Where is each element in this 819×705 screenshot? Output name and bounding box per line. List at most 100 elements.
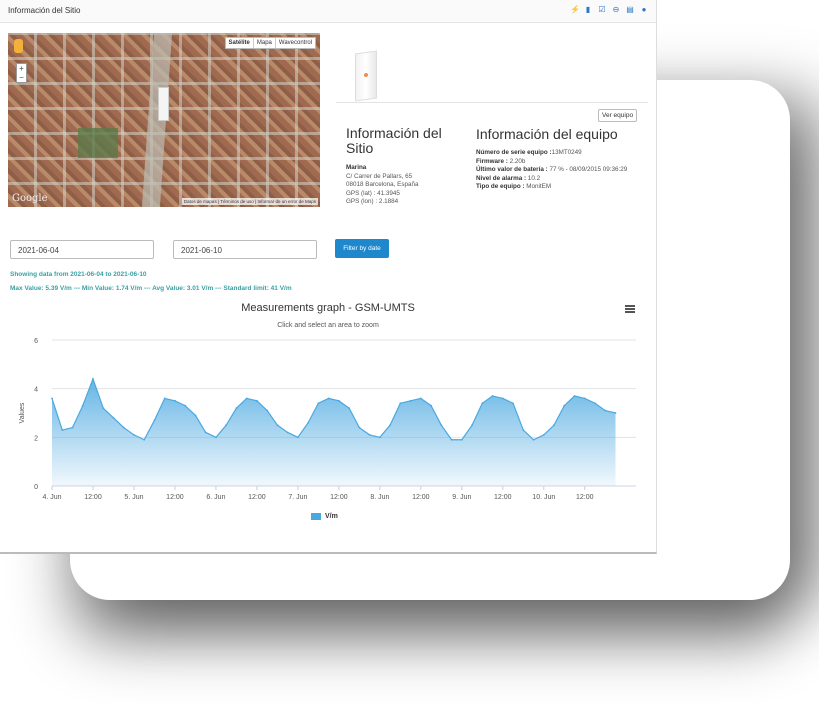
measurements-chart[interactable]: 0 2 4 6 Values 4. Jun 12:00 5. Jun 12:00 6. Jun 12… xyxy=(0,330,656,510)
legend-swatch xyxy=(311,513,321,520)
x-tick-label: 12:00 xyxy=(494,494,512,501)
data-point xyxy=(368,434,371,436)
data-point xyxy=(245,397,248,400)
map-device-marker[interactable] xyxy=(158,87,169,121)
check-square-icon[interactable]: ☑ xyxy=(598,5,606,14)
data-point xyxy=(594,402,596,405)
alarm-row: Nivel de alarma : 10.2 xyxy=(476,175,646,184)
serial-label: Número de serie equipo : xyxy=(476,149,552,156)
chart-menu-icon[interactable] xyxy=(625,305,635,313)
data-point xyxy=(501,397,504,400)
document-icon[interactable]: ▤ xyxy=(626,5,634,14)
data-point xyxy=(153,419,156,422)
data-point xyxy=(204,431,207,434)
data-point xyxy=(471,424,473,427)
panel-header: Información del Sitio ⚡ ▮ ☑ ⊖ ▤ ● xyxy=(0,0,656,23)
serial-row: Número de serie equipo :13MT0249 xyxy=(476,149,646,158)
site-info-panel: Información del Sitio ⚡ ▮ ☑ ⊖ ▤ ● + − Sa… xyxy=(0,0,657,554)
data-point xyxy=(532,438,535,441)
data-point xyxy=(553,424,555,427)
bolt-icon[interactable]: ⚡ xyxy=(570,5,580,14)
data-point xyxy=(81,404,84,407)
data-point xyxy=(276,424,279,427)
data-point xyxy=(122,426,125,429)
x-tick-label: 8. Jun xyxy=(370,494,389,501)
data-point xyxy=(460,438,463,441)
x-tick-label: 12:00 xyxy=(330,494,348,501)
equipment-info-title: Información del equipo xyxy=(476,126,618,142)
pegman-icon[interactable] xyxy=(14,39,23,53)
map-attribution[interactable]: Datos de mapas | Términos de uso | Infor… xyxy=(181,198,318,205)
data-point xyxy=(286,431,289,434)
data-point xyxy=(440,424,443,427)
firmware-row: Firmware : 2.20b xyxy=(476,158,646,167)
site-address-line1: C/ Carrer de Pallars, 65 xyxy=(346,172,413,180)
google-logo: Google xyxy=(12,193,48,204)
chart-title: Measurements graph - GSM-UMTS xyxy=(241,302,415,314)
map-tab-map[interactable]: Mapa xyxy=(254,38,276,48)
zoom-out-button[interactable]: − xyxy=(17,73,26,82)
chart-legend[interactable]: V/m xyxy=(311,513,338,520)
x-tick-label: 4. Jun xyxy=(42,494,61,501)
data-point xyxy=(112,416,115,419)
serial-value: 13MT0249 xyxy=(551,149,582,156)
data-point xyxy=(542,434,545,436)
data-point xyxy=(143,438,146,441)
data-point xyxy=(327,397,330,400)
map-tab-satellite[interactable]: Satélite xyxy=(226,38,254,48)
site-info-title: Información del Sitio xyxy=(346,125,442,156)
data-point xyxy=(430,404,432,407)
data-point xyxy=(481,402,484,405)
data-point xyxy=(194,414,197,417)
alarm-label: Nivel de alarma : xyxy=(476,174,527,182)
ver-equipo-button[interactable]: Ver equipo xyxy=(598,109,638,122)
x-tick-label: 7. Jun xyxy=(288,494,307,501)
battery-value: 77 % - 08/09/2015 09:36:29 xyxy=(547,166,628,174)
data-point xyxy=(348,407,351,410)
legend-label: V/m xyxy=(325,513,338,520)
data-point xyxy=(614,412,617,414)
battery-row: Último valor de batería : 77 % - 08/09/2… xyxy=(476,166,646,175)
series-area xyxy=(52,378,616,486)
y-axis-label: Values xyxy=(19,402,26,423)
filter-by-date-button[interactable]: Filter by date xyxy=(335,239,389,258)
minus-circle-icon[interactable]: ⊖ xyxy=(612,5,620,14)
data-point xyxy=(61,429,64,431)
data-point xyxy=(102,407,105,410)
data-point xyxy=(296,436,299,439)
x-tick-label: 10. Jun xyxy=(532,494,555,501)
date-from-input[interactable]: 2021-06-04 xyxy=(10,240,154,259)
chart-icon[interactable]: ▮ xyxy=(584,5,592,14)
data-point xyxy=(184,404,187,407)
y-tick-label: 0 xyxy=(34,484,38,491)
data-point xyxy=(399,402,402,405)
data-point xyxy=(51,397,53,400)
satellite-map[interactable]: + − Satélite Mapa Wavecontrol Google Dat… xyxy=(8,33,320,207)
data-point xyxy=(256,399,258,402)
header-toolbar: ⚡ ▮ ☑ ⊖ ▤ ● xyxy=(570,5,648,14)
data-point xyxy=(358,426,361,429)
x-tick-label: 12:00 xyxy=(576,494,594,501)
panel-title: Información del Sitio xyxy=(8,6,81,15)
chart-subtitle: Click and select an area to zoom xyxy=(277,322,379,329)
data-point xyxy=(604,409,607,412)
x-tick-label: 9. Jun xyxy=(452,494,471,501)
data-point xyxy=(450,438,453,441)
data-point xyxy=(174,399,176,402)
data-point xyxy=(163,397,166,400)
divider xyxy=(336,102,648,103)
y-tick-label: 4 xyxy=(34,387,38,394)
date-to-input[interactable]: 2021-06-10 xyxy=(173,240,317,259)
data-point xyxy=(573,395,576,397)
site-address-line2: 08018 Barcelona, España xyxy=(346,181,419,189)
zoom-in-button[interactable]: + xyxy=(17,64,26,73)
type-label: Tipo de equipo : xyxy=(476,183,525,191)
data-point xyxy=(491,395,494,397)
user-icon[interactable]: ● xyxy=(640,5,648,14)
data-point xyxy=(317,402,320,405)
map-tab-wavecontrol[interactable]: Wavecontrol xyxy=(276,38,315,48)
x-tick-label: 12:00 xyxy=(84,494,102,501)
data-point xyxy=(225,424,228,427)
data-point xyxy=(583,397,586,400)
data-point xyxy=(307,421,310,424)
